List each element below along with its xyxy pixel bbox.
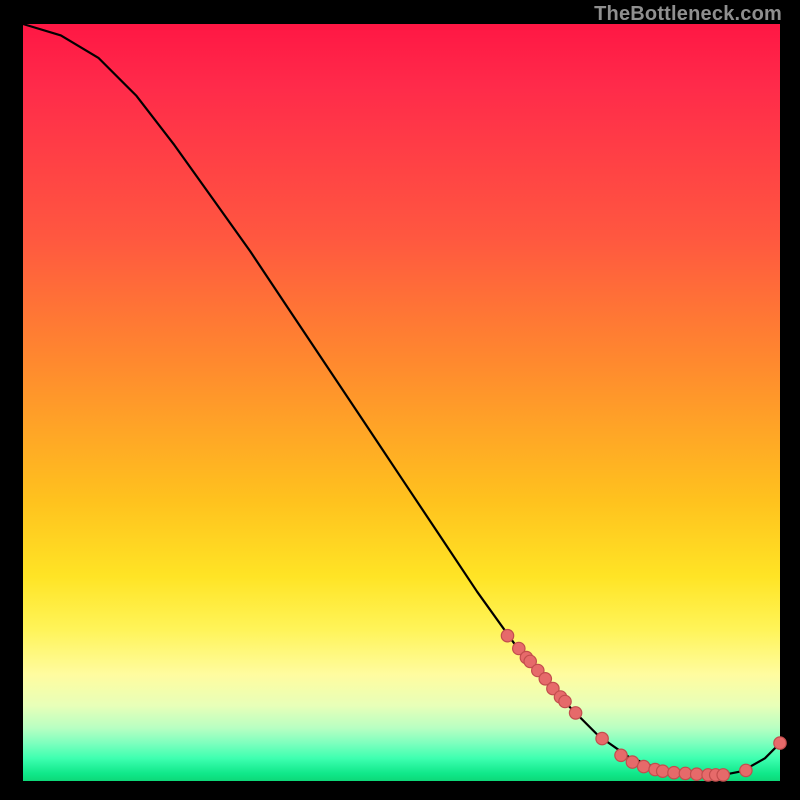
marker-dot (638, 760, 650, 772)
marker-dot (559, 695, 571, 707)
chart-stage: TheBottleneck.com (0, 0, 800, 800)
marker-dot (679, 767, 691, 779)
watermark-text: TheBottleneck.com (594, 3, 782, 26)
chart-overlay (23, 24, 780, 781)
marker-dot (569, 707, 581, 719)
marker-dot (615, 749, 627, 761)
marker-dot (657, 765, 669, 777)
marker-dot (626, 756, 638, 768)
marker-dot (668, 767, 680, 779)
marker-group (501, 630, 786, 782)
marker-dot (596, 732, 608, 744)
marker-dot (691, 768, 703, 780)
marker-dot (740, 764, 752, 776)
marker-dot (501, 630, 513, 642)
marker-dot (774, 737, 786, 749)
marker-dot (717, 769, 729, 781)
curve-line (23, 24, 780, 776)
